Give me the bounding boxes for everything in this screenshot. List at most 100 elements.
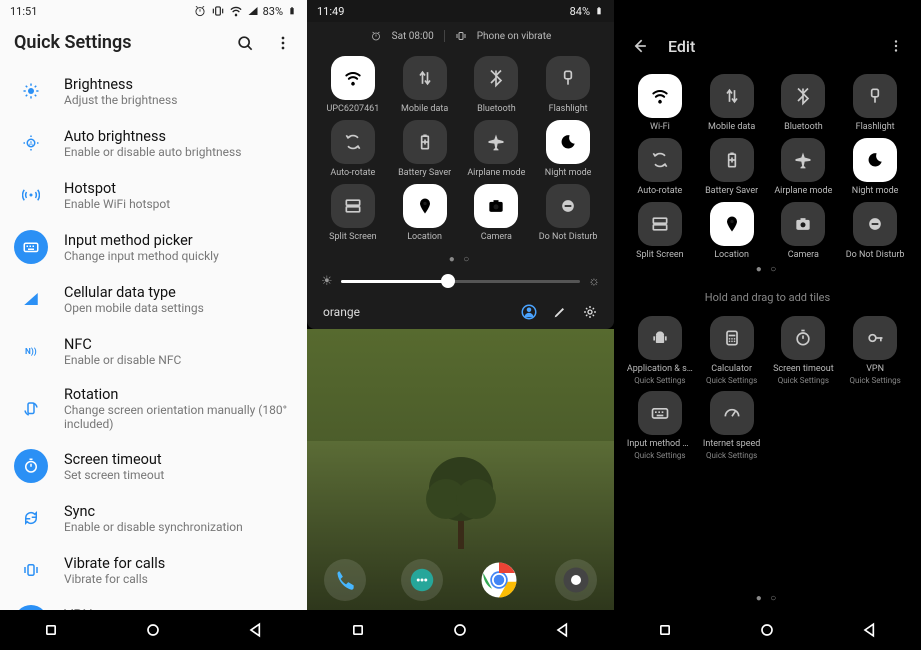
tile-sub: Quick Settings <box>634 376 685 385</box>
settings-row-auto-brightness[interactable]: Auto brightness Enable or disable auto b… <box>0 117 307 169</box>
bluetooth-icon <box>474 56 518 100</box>
tile-label: Mobile data <box>708 122 755 132</box>
settings-row-sync[interactable]: Sync Enable or disable synchronization <box>0 492 307 544</box>
dock-phone[interactable] <box>324 559 366 601</box>
user-icon[interactable] <box>520 303 538 321</box>
split-icon <box>638 202 682 246</box>
carrier-label: orange <box>323 305 360 319</box>
tile-wifi[interactable]: Wi-Fi <box>626 74 694 132</box>
data-icon <box>710 74 754 118</box>
nav-back-icon[interactable] <box>553 620 573 640</box>
tile-location[interactable]: Location <box>391 184 459 242</box>
rotate-icon <box>638 138 682 182</box>
hotspot-icon <box>14 178 48 212</box>
nav-recent-icon[interactable] <box>348 620 368 640</box>
tile-airplane[interactable]: Airplane mode <box>463 120 531 178</box>
tile-timeout[interactable]: Screen timeout Quick Settings <box>770 316 838 385</box>
nav-home-icon[interactable] <box>757 620 777 640</box>
tile-camera[interactable]: Camera <box>770 202 838 260</box>
tile-battery[interactable]: Battery Saver <box>391 120 459 178</box>
homescreen <box>307 329 614 610</box>
settings-row-keyboard[interactable]: Input method picker Change input method … <box>0 221 307 273</box>
edit-tiles-panel: Edit Wi-Fi Mobile data Bluetooth Flashli… <box>614 0 921 650</box>
bluetooth-icon <box>781 74 825 118</box>
tile-data[interactable]: Mobile data <box>391 56 459 114</box>
tile-rotate[interactable]: Auto-rotate <box>626 138 694 196</box>
timeout-icon <box>781 316 825 360</box>
nav-home-icon[interactable] <box>143 620 163 640</box>
tile-flash[interactable]: Flashlight <box>534 56 602 114</box>
row-subtitle: Enable or disable NFC <box>64 353 181 367</box>
tile-camera[interactable]: Camera <box>463 184 531 242</box>
settings-row-hotspot[interactable]: Hotspot Enable WiFi hotspot <box>0 169 307 221</box>
back-icon[interactable] <box>630 36 650 56</box>
tile-label: Screen timeout <box>773 364 834 374</box>
row-title: NFC <box>64 336 181 353</box>
tile-data[interactable]: Mobile data <box>698 74 766 132</box>
tile-android[interactable]: Application & sh… Quick Settings <box>626 316 694 385</box>
tile-dnd[interactable]: Do Not Disturb <box>841 202 909 260</box>
page-dots: ● ○ <box>614 264 921 275</box>
nav-back-icon[interactable] <box>860 620 880 640</box>
settings-row-timeout[interactable]: Screen timeout Set screen timeout <box>0 440 307 492</box>
settings-row-vpn[interactable]: VPN Open VPN settings <box>0 596 307 610</box>
gear-icon[interactable] <box>582 304 598 320</box>
settings-panel: 11:51 83% Quick Settings Brightness Adju… <box>0 0 307 650</box>
settings-row-rotation[interactable]: Rotation Change screen orientation manua… <box>0 377 307 440</box>
nav-recent-icon[interactable] <box>655 620 675 640</box>
tile-location[interactable]: Location <box>698 202 766 260</box>
tile-moon[interactable]: Night mode <box>841 138 909 196</box>
tile-wifi[interactable]: UPC6207461 <box>319 56 387 114</box>
tile-label: Do Not Disturb <box>539 232 598 242</box>
tile-label: Do Not Disturb <box>846 250 905 260</box>
tile-moon[interactable]: Night mode <box>534 120 602 178</box>
tile-label: Wi-Fi <box>650 122 670 132</box>
overflow-icon[interactable] <box>887 37 905 55</box>
overflow-icon[interactable] <box>273 33 293 53</box>
dock-messages[interactable] <box>401 559 443 601</box>
tile-split[interactable]: Split Screen <box>626 202 694 260</box>
tile-bluetooth[interactable]: Bluetooth <box>463 56 531 114</box>
tile-label: Camera <box>788 250 819 260</box>
vibrate-icon <box>455 30 467 42</box>
tile-flash[interactable]: Flashlight <box>841 74 909 132</box>
tile-calc[interactable]: Calculator Quick Settings <box>698 316 766 385</box>
row-subtitle: Enable or disable auto brightness <box>64 145 241 159</box>
nav-recent-icon[interactable] <box>41 620 61 640</box>
location-icon <box>710 202 754 246</box>
settings-row-vibrate[interactable]: Vibrate for calls Vibrate for calls <box>0 544 307 596</box>
settings-row-signal[interactable]: Cellular data type Open mobile data sett… <box>0 273 307 325</box>
tile-rotate[interactable]: Auto-rotate <box>319 120 387 178</box>
tile-keyboard[interactable]: Input method pic… Quick Settings <box>626 391 694 460</box>
rotation-icon <box>14 392 48 426</box>
wifi-icon <box>229 4 243 18</box>
tile-bluetooth[interactable]: Bluetooth <box>770 74 838 132</box>
tile-label: VPN <box>866 364 884 374</box>
tile-vpn[interactable]: VPN Quick Settings <box>841 316 909 385</box>
tile-label: Auto-rotate <box>330 168 375 178</box>
tile-split[interactable]: Split Screen <box>319 184 387 242</box>
search-icon[interactable] <box>235 33 255 53</box>
tile-label: Flashlight <box>549 104 588 114</box>
row-title: Cellular data type <box>64 284 204 301</box>
tile-dnd[interactable]: Do Not Disturb <box>534 184 602 242</box>
dock-chrome[interactable] <box>478 559 520 601</box>
dock-camera[interactable] <box>555 559 597 601</box>
nav-back-icon[interactable] <box>246 620 266 640</box>
tile-airplane[interactable]: Airplane mode <box>770 138 838 196</box>
settings-row-brightness[interactable]: Brightness Adjust the brightness <box>0 65 307 117</box>
tile-sub: Quick Settings <box>706 376 757 385</box>
nav-home-icon[interactable] <box>450 620 470 640</box>
settings-list: Brightness Adjust the brightness Auto br… <box>0 65 307 610</box>
edit-icon[interactable] <box>552 304 568 320</box>
airplane-icon <box>781 138 825 182</box>
tile-label: Split Screen <box>329 232 377 242</box>
auto-brightness-icon <box>14 126 48 160</box>
brightness-slider-row: ☀ ☼ <box>315 273 606 293</box>
settings-row-nfc[interactable]: NFC Enable or disable NFC <box>0 325 307 377</box>
tile-battery[interactable]: Battery Saver <box>698 138 766 196</box>
qs-info-row: Sat 08:00 Phone on vibrate <box>315 28 606 44</box>
brightness-slider[interactable] <box>341 280 580 283</box>
tile-speed[interactable]: Internet speed Quick Settings <box>698 391 766 460</box>
dnd-icon <box>546 184 590 228</box>
